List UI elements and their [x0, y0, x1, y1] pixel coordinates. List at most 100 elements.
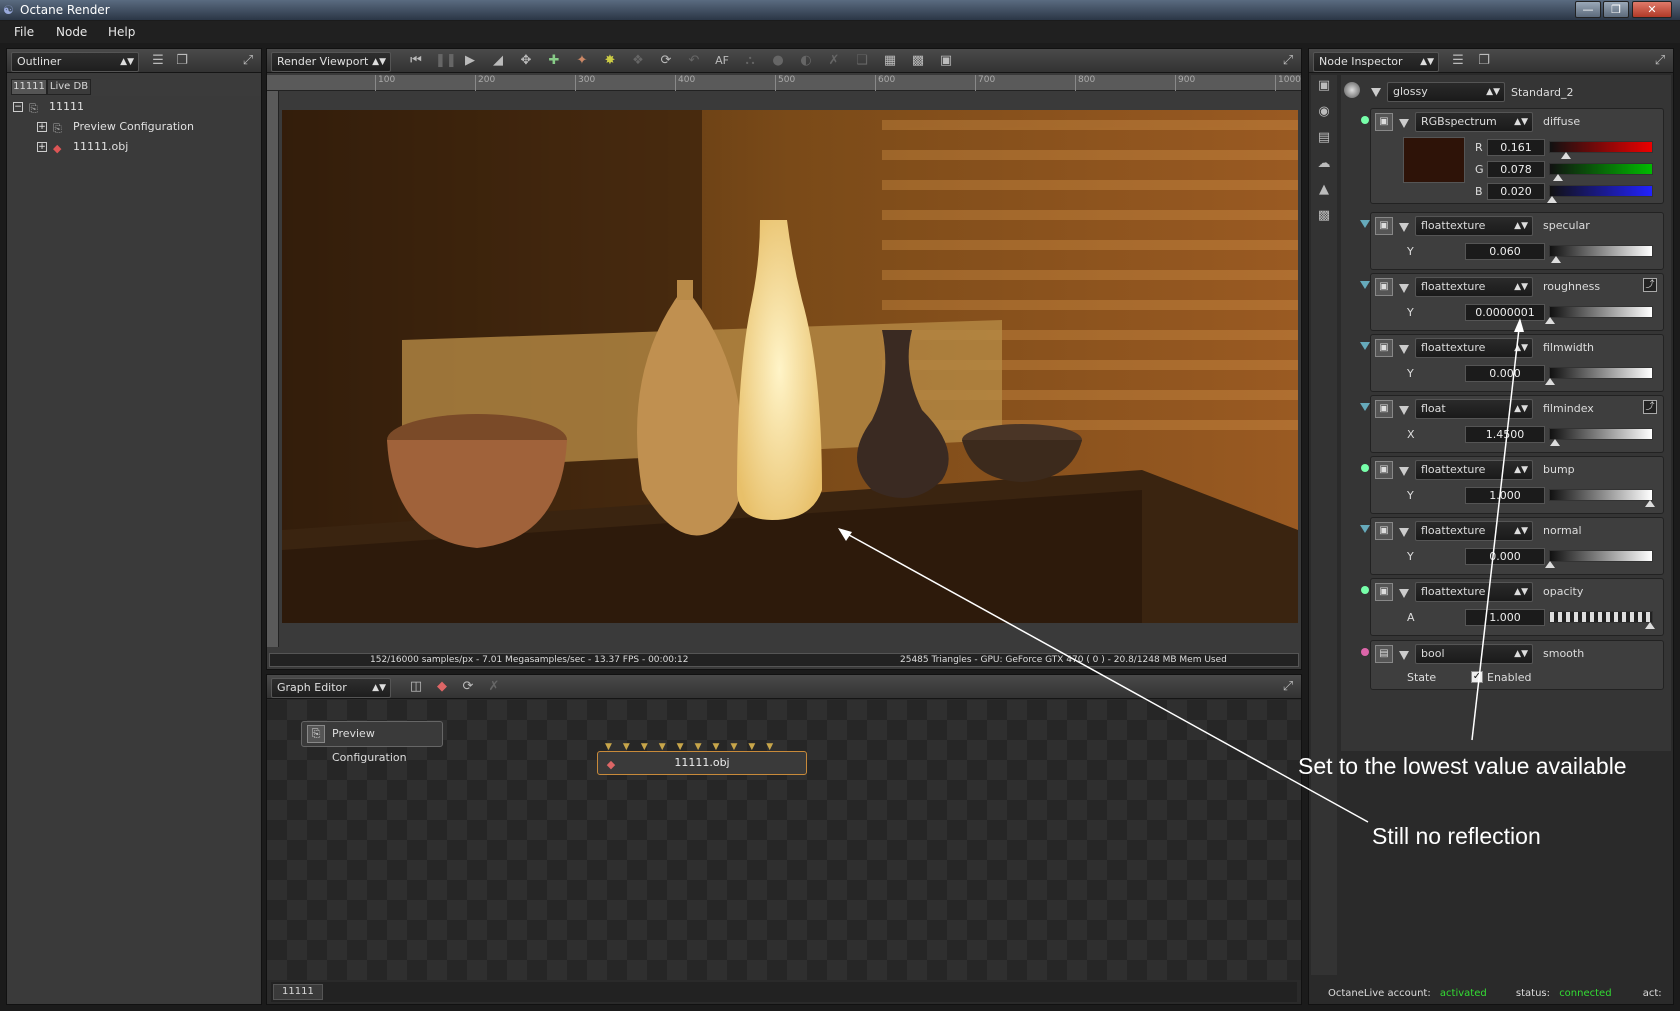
menu-help[interactable]: Help — [108, 25, 135, 39]
expand-triangle-icon[interactable] — [1399, 345, 1409, 354]
maximize-panel-icon[interactable]: ⤢ — [1651, 52, 1669, 70]
texture-icon[interactable]: ▣ — [1375, 583, 1393, 601]
maximize-panel-icon[interactable]: ⤢ — [1279, 52, 1297, 70]
overlay-icon[interactable]: ▣ — [937, 52, 955, 70]
expand-triangle-icon[interactable] — [1399, 467, 1409, 476]
save-graph-icon[interactable]: ◫ — [407, 678, 425, 696]
param-slider[interactable] — [1549, 245, 1653, 263]
node-icon[interactable]: ▣ — [1315, 77, 1333, 95]
minimize-button[interactable]: — — [1575, 1, 1601, 18]
param-value-field[interactable]: 0.000 — [1465, 365, 1545, 382]
expand-triangle-icon[interactable] — [1399, 528, 1409, 537]
param-type-select[interactable]: float ▲▼ — [1415, 399, 1533, 419]
render-image[interactable] — [282, 110, 1298, 623]
connected-pin-icon[interactable] — [1361, 116, 1369, 124]
param-slider[interactable] — [1545, 367, 1653, 385]
restart-icon[interactable]: ⏮ — [407, 52, 425, 70]
graph-editor-dropdown[interactable]: Graph Editor ▲▼ — [271, 678, 391, 698]
pick-focus-icon[interactable]: ✚ — [545, 52, 563, 70]
node-input-pins[interactable]: ▼▼▼▼▼▼▼▼▼▼ — [605, 743, 799, 752]
connected-pin-icon[interactable] — [1361, 648, 1369, 656]
undo-camera-icon[interactable]: ↶ — [685, 52, 703, 70]
add-mesh-icon[interactable]: ◆ — [433, 678, 451, 696]
edit-curve-icon[interactable]: ⤴ — [1643, 400, 1657, 414]
maximize-panel-icon[interactable]: ⤢ — [1279, 678, 1297, 696]
slider-thumb[interactable] — [1550, 439, 1560, 446]
smooth-checkbox[interactable]: ✓ — [1471, 671, 1483, 683]
param-value-field[interactable]: 0.0000001 — [1465, 304, 1545, 321]
play-icon[interactable]: ▶ — [461, 52, 479, 70]
expand-triangle-icon[interactable] — [1399, 223, 1409, 232]
param-type-select[interactable]: floattexture ▲▼ — [1415, 582, 1533, 602]
diffuse-b-slider[interactable] — [1547, 185, 1653, 203]
diffuse-g-value[interactable]: 0.078 — [1487, 161, 1545, 178]
param-type-select[interactable]: floattexture ▲▼ — [1415, 338, 1533, 358]
param-slider[interactable] — [1549, 611, 1655, 629]
expand-triangle-icon[interactable] — [1399, 589, 1409, 598]
expand-icon[interactable]: + — [37, 142, 47, 152]
param-slider[interactable] — [1549, 428, 1653, 446]
diffuse-b-value[interactable]: 0.020 — [1487, 183, 1545, 200]
node-mesh-obj[interactable]: ◆ 11111.obj — [597, 751, 807, 775]
param-slider[interactable] — [1545, 306, 1653, 324]
clip-icon[interactable]: ✗ — [825, 52, 843, 70]
texture-icon[interactable]: ▣ — [1375, 400, 1393, 418]
tree-item-root[interactable]: − ⎘ 11111 — [13, 98, 84, 116]
recenter-icon[interactable]: ⟳ — [657, 52, 675, 70]
param-type-select[interactable]: floattexture ▲▼ — [1415, 216, 1533, 236]
image-icon[interactable]: ▲ — [1315, 181, 1333, 199]
input-pin-icon[interactable] — [1360, 281, 1370, 289]
texture-icon[interactable]: ▣ — [1375, 461, 1393, 479]
color-swatch[interactable] — [1403, 137, 1465, 183]
inspector-dropdown[interactable]: Node Inspector ▲▼ — [1313, 52, 1439, 72]
tab-11111[interactable]: 11111 — [11, 79, 47, 95]
diffuse-g-slider[interactable] — [1549, 163, 1653, 181]
texture-icon[interactable]: ▣ — [1375, 522, 1393, 540]
pause-icon[interactable]: ❚❚ — [435, 52, 457, 70]
param-value-field[interactable]: 1.4500 — [1465, 426, 1545, 443]
refresh-icon[interactable]: ⟳ — [459, 678, 477, 696]
menu-node[interactable]: Node — [56, 25, 87, 39]
layers-icon[interactable]: ❐ — [173, 52, 191, 70]
slider-thumb[interactable] — [1645, 500, 1655, 507]
input-pin-icon[interactable] — [1360, 220, 1370, 228]
param-type-select[interactable]: floattexture ▲▼ — [1415, 521, 1533, 541]
tree-item-preview-configuration[interactable]: + ⎘ Preview Configuration — [37, 118, 194, 136]
viewport-dropdown[interactable]: Render Viewport ▲▼ — [271, 52, 391, 72]
slider-thumb[interactable] — [1553, 174, 1563, 181]
kernel-icon[interactable]: ▤ — [1315, 129, 1333, 147]
diffuse-r-value[interactable]: 0.161 — [1487, 139, 1545, 156]
param-value-field[interactable]: 1.000 — [1465, 487, 1545, 504]
texture-icon[interactable]: ▣ — [1375, 113, 1393, 131]
maximize-button[interactable]: ❐ — [1603, 1, 1629, 18]
collapse-icon[interactable]: − — [13, 102, 23, 112]
param-value-field[interactable]: 1.000 — [1465, 609, 1545, 626]
lock-icon[interactable]: ⛬ — [741, 52, 759, 70]
connected-pin-icon[interactable] — [1361, 464, 1369, 472]
checker-icon[interactable]: ▩ — [909, 52, 927, 70]
maximize-panel-icon[interactable]: ⤢ — [239, 52, 257, 70]
param-value-field[interactable]: 0.060 — [1465, 243, 1545, 260]
diffuse-r-slider[interactable] — [1549, 141, 1653, 159]
list-icon[interactable]: ☰ — [149, 52, 167, 70]
camera-icon[interactable]: ◢ — [489, 52, 507, 70]
graph-tab-11111[interactable]: 11111 — [273, 984, 323, 1000]
expand-icon[interactable]: + — [37, 122, 47, 132]
param-slider[interactable] — [1549, 489, 1655, 507]
expand-triangle-icon[interactable] — [1371, 88, 1381, 97]
tab-live-db[interactable]: Live DB — [47, 79, 91, 95]
slider-thumb[interactable] — [1545, 561, 1555, 568]
texture-icon[interactable]: ▣ — [1375, 217, 1393, 235]
pick-material-icon[interactable]: ✸ — [601, 52, 619, 70]
material-type-select[interactable]: glossy ▲▼ — [1387, 82, 1505, 102]
outliner-dropdown[interactable]: Outliner ▲▼ — [11, 52, 139, 72]
camera-node-icon[interactable]: ◉ — [1315, 103, 1333, 121]
sphere-alt-icon[interactable]: ◐ — [797, 52, 815, 70]
expand-triangle-icon[interactable] — [1399, 119, 1409, 128]
connected-pin-icon[interactable] — [1361, 586, 1369, 594]
param-type-select[interactable]: floattexture ▲▼ — [1415, 277, 1533, 297]
slider-thumb[interactable] — [1645, 622, 1655, 629]
param-type-select[interactable]: floattexture ▲▼ — [1415, 460, 1533, 480]
slider-thumb[interactable] — [1561, 152, 1571, 159]
menu-file[interactable]: File — [14, 25, 34, 39]
